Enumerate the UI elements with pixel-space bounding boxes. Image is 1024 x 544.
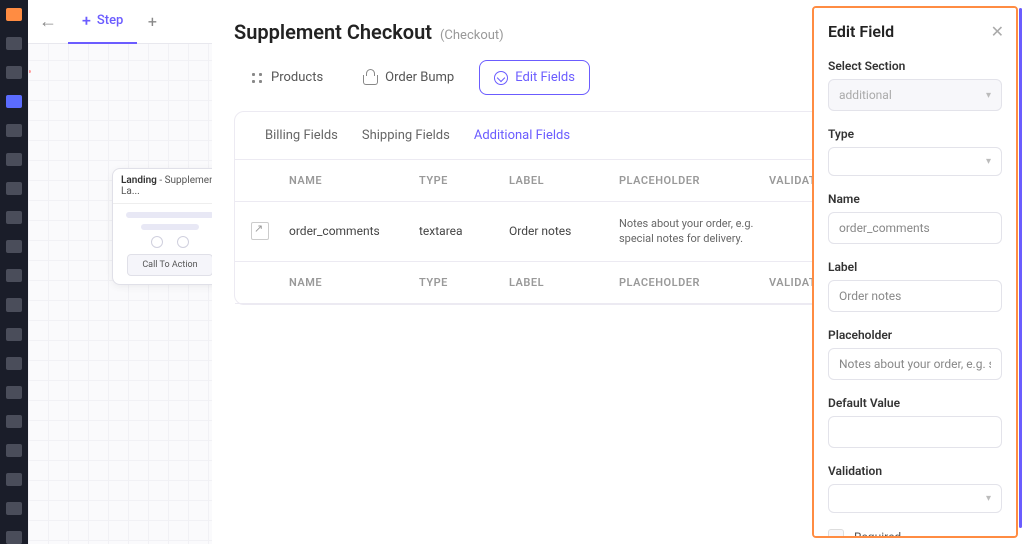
default-value-input[interactable] <box>828 416 1002 448</box>
drag-handle-icon[interactable] <box>251 222 269 240</box>
nav-icon-10[interactable] <box>6 328 22 341</box>
tab-shipping-fields[interactable]: Shipping Fields <box>350 112 462 159</box>
nav-icon-15[interactable] <box>6 473 22 486</box>
tab-billing-fields[interactable]: Billing Fields <box>253 112 350 159</box>
nav-icon-8[interactable] <box>6 269 22 282</box>
col-placeholder: PLACEHOLDER <box>619 174 769 187</box>
nav-icon-4[interactable] <box>6 153 22 166</box>
type-label: Type <box>828 127 1002 141</box>
col-label: LABEL <box>509 174 619 187</box>
logo-icon[interactable] <box>6 8 22 21</box>
required-checkbox-row[interactable]: Required <box>828 529 1002 538</box>
section-select[interactable]: additional ▾ <box>828 79 1002 111</box>
col-label: LABEL <box>509 276 619 289</box>
edit-field-drawer: Edit Field ✕ Select Section additional▾ … <box>812 6 1018 538</box>
tab-order-bump[interactable]: Order Bump <box>348 60 469 95</box>
drawer-title: Edit Field <box>828 22 1002 41</box>
add-step-tab[interactable]: +Step <box>68 0 137 44</box>
nav-icon-12[interactable] <box>6 386 22 399</box>
cart-icon <box>363 75 378 85</box>
chevron-down-icon: ▾ <box>986 90 991 101</box>
nav-icon-3[interactable] <box>6 124 22 137</box>
page-subtitle: (Checkout) <box>440 28 504 43</box>
chevron-down-icon: ▾ <box>986 156 991 167</box>
canvas-topbar: ← +Step + <box>28 0 212 44</box>
nav-icon-funnel[interactable] <box>6 95 22 108</box>
validation-label: Validation <box>828 464 1002 478</box>
close-icon[interactable]: ✕ <box>991 22 1004 41</box>
cell-placeholder: Notes about your order, e.g. special not… <box>619 216 769 247</box>
nav-icon-11[interactable] <box>6 357 22 370</box>
left-sidebar <box>0 0 28 544</box>
tab-label: Order Bump <box>385 70 454 85</box>
nav-icon-6[interactable] <box>6 211 22 224</box>
col-name: NAME <box>289 276 419 289</box>
nav-icon-16[interactable] <box>6 502 22 515</box>
tab-label: Edit Fields <box>515 70 575 85</box>
label-input[interactable] <box>828 280 1002 312</box>
nav-icon-9[interactable] <box>6 298 22 311</box>
page-title: Supplement Checkout <box>234 20 432 44</box>
validation-select[interactable]: ▾ <box>828 484 1002 513</box>
back-button[interactable]: ← <box>28 0 68 44</box>
name-label: Name <box>828 192 1002 206</box>
type-select[interactable]: ▾ <box>828 147 1002 176</box>
node-cta-preview: Call To Action <box>127 254 213 276</box>
checkbox-icon[interactable] <box>828 529 844 538</box>
nav-icon-14[interactable] <box>6 444 22 457</box>
grid-icon <box>249 70 264 85</box>
col-placeholder: PLACEHOLDER <box>619 276 769 289</box>
cell-label: Order notes <box>509 224 619 238</box>
col-type: TYPE <box>419 276 509 289</box>
nav-icon-13[interactable] <box>6 415 22 428</box>
default-value-label: Default Value <box>828 396 1002 410</box>
nav-icon-5[interactable] <box>6 182 22 195</box>
nav-icon-7[interactable] <box>6 240 22 253</box>
nav-icon-2[interactable] <box>6 66 22 79</box>
label-label: Label <box>828 260 1002 274</box>
funnel-node-landing[interactable]: Landing - Supplement La... Call To Actio… <box>112 168 228 285</box>
name-input[interactable] <box>828 212 1002 244</box>
nav-icon-17[interactable] <box>6 531 22 544</box>
col-type: TYPE <box>419 174 509 187</box>
node-title: Landing <box>121 175 157 186</box>
chevron-down-icon: ▾ <box>986 493 991 504</box>
drawer-scrollbar[interactable] <box>1019 8 1022 528</box>
placeholder-input[interactable] <box>828 348 1002 380</box>
node-preview-bar <box>141 224 200 230</box>
required-label: Required <box>854 530 901 538</box>
col-name: NAME <box>289 174 419 187</box>
cell-type: textarea <box>419 224 509 238</box>
tab-additional-fields[interactable]: Additional Fields <box>462 112 582 159</box>
section-label: Select Section <box>828 59 1002 73</box>
nav-icon-1[interactable] <box>6 37 22 50</box>
pencil-icon <box>494 71 508 85</box>
node-preview-bar <box>126 212 214 218</box>
step-label: Step <box>97 13 123 28</box>
placeholder-label: Placeholder <box>828 328 1002 342</box>
cell-name: order_comments <box>289 224 419 238</box>
tab-products[interactable]: Products <box>234 60 338 95</box>
node-dot-icon <box>177 236 189 248</box>
tab-edit-fields[interactable]: Edit Fields <box>479 60 590 95</box>
select-value: additional <box>839 88 892 102</box>
tab-label: Products <box>271 70 323 85</box>
add-button[interactable]: + <box>137 12 167 31</box>
node-dot-icon <box>151 236 163 248</box>
